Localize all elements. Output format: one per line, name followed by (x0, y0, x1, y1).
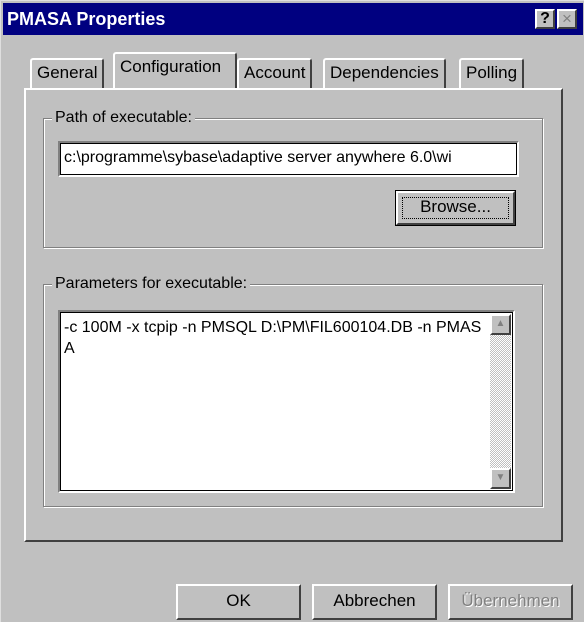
close-icon: × (562, 9, 572, 28)
scroll-down-button[interactable]: ▼ (490, 468, 511, 489)
ok-label: OK (226, 591, 251, 610)
tab-dependencies-label: Dependencies (330, 63, 439, 82)
configuration-panel: Path of executable: c:\programme\sybase\… (24, 88, 563, 542)
parameters-textarea[interactable]: -c 100M -x tcpip -n PMSQL D:\PM\FIL60010… (58, 310, 515, 493)
parameters-groupbox: Parameters for executable: -c 100M -x tc… (43, 274, 543, 507)
tab-general[interactable]: General (30, 58, 105, 88)
title-bar[interactable]: PMASA Properties ? × (3, 3, 583, 35)
path-group-label: Path of executable: (52, 108, 195, 128)
parameters-group-label: Parameters for executable: (52, 274, 251, 294)
parameters-scrollbar[interactable]: ▲ ▼ (490, 314, 511, 489)
properties-dialog: PMASA Properties ? × General Configurati… (0, 0, 584, 622)
tab-polling[interactable]: Polling (459, 58, 525, 88)
help-button[interactable]: ? (535, 9, 555, 29)
arrow-up-icon: ▲ (495, 318, 506, 329)
ok-button[interactable]: OK (176, 584, 301, 620)
tab-account[interactable]: Account (237, 58, 313, 88)
path-input[interactable]: c:\programme\sybase\adaptive server anyw… (58, 141, 519, 177)
apply-button[interactable]: Übernehmen (448, 584, 573, 620)
browse-button[interactable]: Browse... (395, 190, 516, 226)
help-icon: ? (540, 10, 550, 27)
browse-focus-rect (402, 197, 509, 219)
tab-general-label: General (37, 63, 98, 82)
scroll-up-button[interactable]: ▲ (490, 314, 511, 335)
path-input-value: c:\programme\sybase\adaptive server anyw… (64, 149, 452, 166)
tab-dependencies[interactable]: Dependencies (323, 58, 446, 88)
window-title: PMASA Properties (7, 9, 166, 29)
cancel-button[interactable]: Abbrechen (312, 584, 437, 620)
tab-configuration[interactable]: Configuration (113, 52, 237, 88)
tab-configuration-label: Configuration (120, 57, 222, 76)
cancel-label: Abbrechen (333, 591, 416, 610)
parameters-value: -c 100M -x tcpip -n PMSQL D:\PM\FIL60010… (64, 319, 482, 357)
arrow-down-icon: ▼ (495, 472, 506, 483)
path-groupbox: Path of executable: c:\programme\sybase\… (43, 108, 543, 248)
apply-label: Übernehmen (461, 591, 560, 610)
tab-polling-label: Polling (466, 63, 518, 82)
close-button[interactable]: × (557, 9, 577, 29)
tab-account-label: Account (244, 63, 306, 82)
